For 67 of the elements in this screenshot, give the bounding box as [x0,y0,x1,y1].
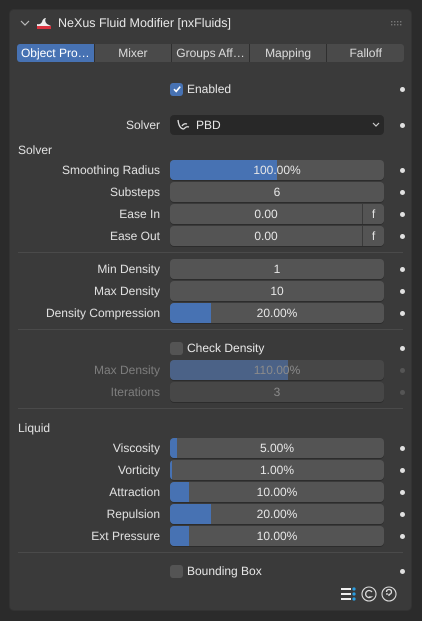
chevron-down-icon[interactable] [20,19,30,27]
field-label: Repulsion [106,507,160,521]
tab[interactable]: Groups Aff… [172,44,249,62]
slider-field[interactable]: 10.00% [170,482,384,502]
checkbox-label[interactable]: Check Density [187,341,264,355]
field-label: Solver [126,118,160,132]
field-label: Ext Pressure [91,529,160,543]
field-label: Vorticity [118,463,160,477]
keyframe-dot[interactable] [400,234,404,238]
section-heading: Solver [18,142,52,158]
slider-field[interactable]: 20.00% [170,303,384,323]
keyframe-dot[interactable] [400,86,404,92]
field-label: Substeps [110,185,160,199]
driver-button[interactable]: f [362,226,384,246]
keyframe-dot[interactable] [400,310,404,316]
keyframe-dot[interactable] [400,190,404,194]
field-label: Density Compression [46,306,160,320]
field-label: Ease In [119,207,160,221]
number-field[interactable]: 1 [170,259,384,279]
keyframe-dot[interactable] [400,512,404,516]
checkbox[interactable] [170,82,183,96]
field-label: Max Density [94,363,160,377]
chevron-down-icon [372,122,380,128]
keyframe-dot[interactable] [400,468,404,472]
driver-button[interactable]: f [362,204,384,224]
checkbox-label[interactable]: Bounding Box [187,564,262,578]
field-label: Attraction [109,485,160,499]
keyframe-dot[interactable] [400,346,404,350]
keyframe-dot[interactable] [400,534,404,538]
field-label: Smoothing Radius [62,163,160,177]
drag-handle-icon[interactable] [391,20,403,26]
keyframe-dot[interactable] [400,490,404,494]
slider-field[interactable]: 1.00% [170,460,384,480]
keyframe-dot[interactable] [400,288,404,294]
list-icon[interactable] [341,587,357,601]
tab[interactable]: Falloff [327,44,404,62]
refresh-icon[interactable] [361,586,377,602]
number-field[interactable]: 0.00 f [170,226,384,246]
panel-title: NeXus Fluid Modifier [nxFluids] [58,16,232,30]
wave-logo-icon [36,16,52,30]
tab[interactable]: Object Pro… [17,44,94,62]
slider-field[interactable]: 5.00% [170,438,384,458]
tab[interactable]: Mixer [94,44,172,62]
slider-field[interactable]: 10.00% [170,526,384,546]
wave-icon [176,118,190,132]
checkbox-label[interactable]: Enabled [187,82,232,96]
checkbox[interactable] [170,342,183,354]
keyframe-dot[interactable] [400,168,404,172]
field-label: Viscosity [112,441,160,455]
checkbox[interactable] [170,564,183,578]
help-icon[interactable] [381,586,397,602]
field-label: Min Density [97,262,160,276]
keyframe-dot[interactable] [400,568,404,574]
number-field[interactable]: 10 [170,281,384,301]
section-heading: Liquid [18,420,50,436]
solver-dropdown[interactable]: PBD [170,115,384,135]
tab[interactable]: Mapping [250,44,326,62]
keyframe-dot[interactable] [400,266,404,272]
number-field[interactable]: 0.00 f [170,204,384,224]
keyframe-dot[interactable] [400,446,404,450]
field-label: Iterations [110,385,160,399]
field-label: Max Density [94,284,160,298]
keyframe-dot[interactable] [400,212,404,216]
slider-field[interactable]: 20.00% [170,504,384,524]
keyframe-dot[interactable] [400,122,404,128]
field-label: Ease Out [110,229,160,243]
number-field[interactable]: 6 [170,182,384,202]
